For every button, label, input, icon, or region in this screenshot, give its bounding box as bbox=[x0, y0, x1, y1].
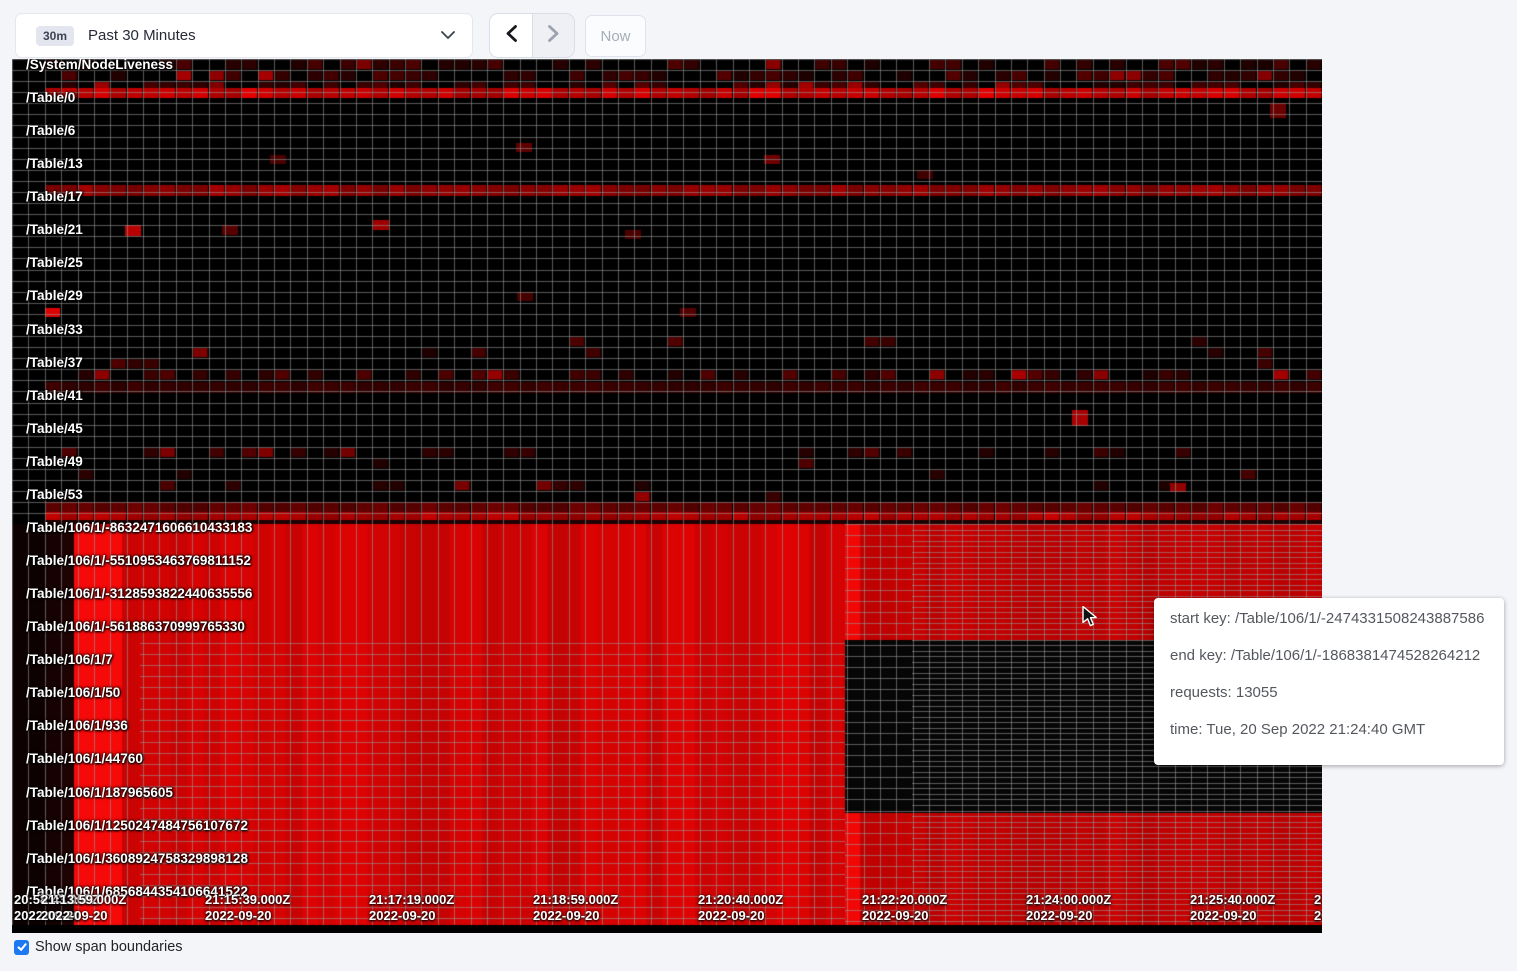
show-span-boundaries-label: Show span boundaries bbox=[35, 939, 183, 955]
key-visualizer-canvas[interactable] bbox=[12, 59, 1322, 933]
time-forward-button[interactable] bbox=[533, 14, 574, 57]
show-span-boundaries[interactable]: Show span boundaries bbox=[14, 939, 183, 955]
time-back-button[interactable] bbox=[490, 14, 533, 57]
time-window-badge: 30m bbox=[36, 26, 74, 46]
chevron-left-icon bbox=[504, 24, 519, 48]
hover-tooltip: start key: /Table/106/1/-247433150824388… bbox=[1154, 598, 1504, 765]
chevron-right-icon bbox=[546, 24, 561, 48]
now-button[interactable]: Now bbox=[585, 15, 646, 57]
tooltip-requests: requests: 13055 bbox=[1170, 685, 1488, 700]
time-nav-group bbox=[489, 13, 575, 58]
tooltip-time: time: Tue, 20 Sep 2022 21:24:40 GMT bbox=[1170, 722, 1488, 737]
show-span-boundaries-checkbox[interactable] bbox=[14, 940, 29, 955]
time-window-select[interactable]: 30m Past 30 Minutes bbox=[15, 13, 473, 58]
tooltip-start-key: start key: /Table/106/1/-247433150824388… bbox=[1170, 611, 1488, 626]
chevron-down-icon bbox=[441, 31, 455, 40]
checkmark-icon bbox=[16, 941, 28, 953]
tooltip-end-key: end key: /Table/106/1/-18683814745282642… bbox=[1170, 648, 1488, 663]
time-window-label: Past 30 Minutes bbox=[88, 27, 196, 44]
key-visualizer: /System/NodeLiveness/Table/0/Table/6/Tab… bbox=[12, 59, 1322, 933]
